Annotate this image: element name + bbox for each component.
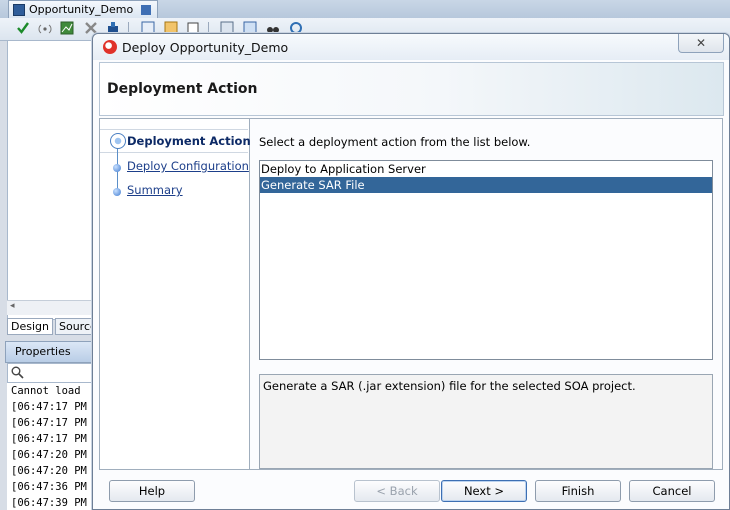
properties-label: Properties <box>15 345 71 358</box>
close-button[interactable]: ✕ <box>678 34 724 53</box>
properties-panel-header[interactable]: Properties <box>5 341 97 363</box>
dialog-titlebar[interactable]: Deploy Opportunity_Demo ✕ <box>93 34 729 60</box>
log-line: Cannot load <box>11 385 81 397</box>
step-dot-icon <box>113 164 121 172</box>
action-description-box: Generate a SAR (.jar extension) file for… <box>259 374 713 469</box>
step-dot-icon <box>113 188 121 196</box>
step-deploy-configuration[interactable]: Deploy Configuration <box>127 159 249 173</box>
instruction-text: Select a deployment action from the list… <box>259 135 531 149</box>
editor-tab-label: Opportunity_Demo <box>29 3 134 16</box>
wizard-header: Deployment Action <box>99 62 724 116</box>
wizard-page-title: Deployment Action <box>107 81 258 97</box>
list-item-generate-sar[interactable]: Generate SAR File <box>260 177 712 193</box>
log-line: [06:47:39 PM <box>11 497 87 509</box>
log-line: [06:47:36 PM <box>11 481 87 493</box>
list-item-deploy-to-server[interactable]: Deploy to Application Server <box>260 161 712 177</box>
scroll-left-arrow-icon[interactable]: ◂ <box>7 301 15 311</box>
search-icon <box>11 366 24 379</box>
log-window: Cannot load [06:47:17 PM [06:47:17 PM [0… <box>7 383 95 510</box>
log-line: [06:47:17 PM <box>11 417 87 429</box>
help-button[interactable]: Help <box>109 480 195 502</box>
log-line: [06:47:20 PM <box>11 465 87 477</box>
editor-tab-opportunity-demo[interactable]: Opportunity_Demo <box>8 0 159 18</box>
oracle-app-icon <box>103 40 117 54</box>
dialog-title: Deploy Opportunity_Demo <box>122 40 289 55</box>
tab-design[interactable]: Design <box>7 318 53 335</box>
deployment-action-list[interactable]: Deploy to Application Server Generate SA… <box>259 160 713 360</box>
close-icon: ✕ <box>695 36 707 50</box>
wizard-steps-panel: Deployment Action Deploy Configuration S… <box>99 118 251 470</box>
horizontal-scrollbar[interactable]: ◂ <box>7 300 92 315</box>
log-line: [06:47:17 PM <box>11 401 87 413</box>
composite-icon <box>13 3 25 16</box>
next-button[interactable]: Next > <box>441 480 527 502</box>
log-line: [06:47:17 PM <box>11 433 87 445</box>
step-summary[interactable]: Summary <box>127 183 183 197</box>
properties-search-field[interactable] <box>7 363 97 383</box>
back-button[interactable]: < Back <box>354 480 440 502</box>
action-description-text: Generate a SAR (.jar extension) file for… <box>263 379 636 393</box>
finish-button[interactable]: Finish <box>535 480 621 502</box>
cancel-button[interactable]: Cancel <box>629 480 715 502</box>
tab-close-icon[interactable] <box>141 4 152 15</box>
validate-check-icon[interactable] <box>16 21 30 35</box>
wizard-content-panel: Select a deployment action from the list… <box>250 118 723 470</box>
log-line: [06:47:20 PM <box>11 449 87 461</box>
composite-editor-canvas <box>7 40 94 320</box>
step-deployment-action[interactable]: Deployment Action <box>127 134 251 148</box>
antenna-icon[interactable] <box>38 21 52 35</box>
design-source-tabs: Design Source <box>7 318 101 335</box>
current-step-icon <box>110 133 126 149</box>
chart-icon[interactable] <box>60 21 74 35</box>
deploy-dialog: Deploy Opportunity_Demo ✕ Deployment Act… <box>92 33 730 510</box>
